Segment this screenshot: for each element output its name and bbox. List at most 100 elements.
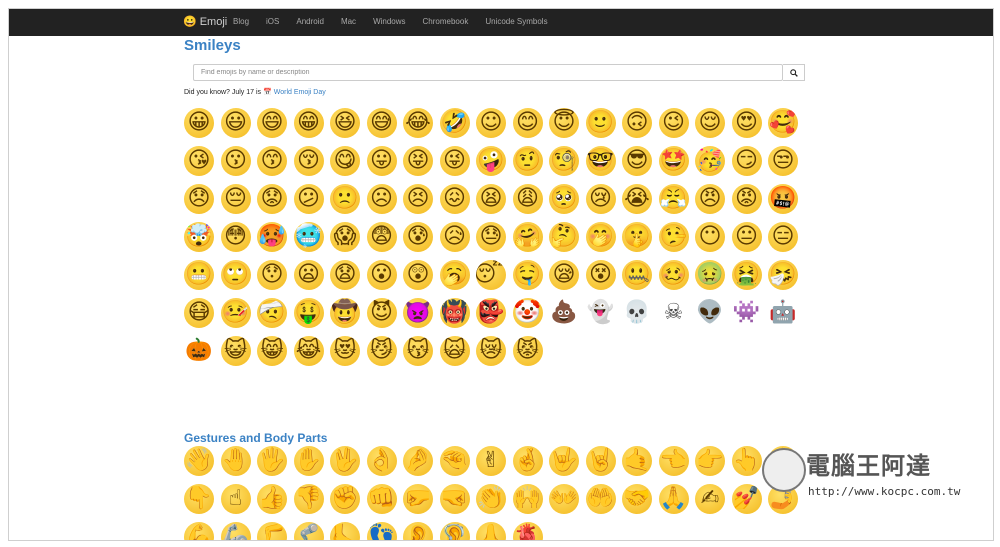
- emoji-cell[interactable]: 🥵: [257, 222, 287, 252]
- emoji-cell[interactable]: 🤢: [695, 260, 725, 290]
- emoji-cell[interactable]: 👋: [184, 446, 214, 476]
- emoji-cell[interactable]: 👻: [586, 298, 616, 328]
- emoji-cell[interactable]: 👾: [732, 298, 762, 328]
- emoji-cell[interactable]: 😰: [403, 222, 433, 252]
- emoji-cell[interactable]: 👎: [293, 484, 324, 514]
- emoji-cell[interactable]: 😨: [366, 222, 397, 252]
- emoji-cell[interactable]: 🤫: [622, 222, 652, 252]
- emoji-cell[interactable]: 😬: [184, 260, 214, 290]
- emoji-cell[interactable]: 🥰: [768, 108, 798, 138]
- emoji-cell[interactable]: 👂: [403, 522, 433, 540]
- emoji-cell[interactable]: ✌: [476, 446, 506, 476]
- emoji-cell[interactable]: 🤩: [658, 146, 689, 176]
- emoji-cell[interactable]: 😈: [366, 298, 397, 328]
- emoji-cell[interactable]: 😴: [476, 260, 506, 290]
- emoji-cell[interactable]: 😯: [257, 260, 287, 290]
- emoji-cell[interactable]: 🤤: [512, 260, 543, 290]
- emoji-cell[interactable]: ✍: [695, 484, 725, 514]
- emoji-cell[interactable]: ☺: [476, 108, 506, 138]
- nav-link-mac[interactable]: Mac: [341, 17, 356, 26]
- emoji-cell[interactable]: 😆: [330, 108, 360, 138]
- emoji-cell[interactable]: 😾: [512, 336, 543, 366]
- emoji-cell[interactable]: 🤯: [184, 222, 214, 252]
- emoji-cell[interactable]: 🖖: [330, 446, 360, 476]
- emoji-cell[interactable]: 🤧: [768, 260, 798, 290]
- emoji-cell[interactable]: 🥳: [695, 146, 725, 176]
- emoji-cell[interactable]: 😊: [512, 108, 543, 138]
- emoji-cell[interactable]: 🤖: [768, 298, 798, 328]
- emoji-cell[interactable]: 😻: [330, 336, 360, 366]
- emoji-cell[interactable]: 🤗: [512, 222, 543, 252]
- search-input[interactable]: [193, 64, 783, 81]
- emoji-cell[interactable]: 😡: [731, 184, 762, 214]
- emoji-cell[interactable]: 🙄: [220, 260, 251, 290]
- emoji-cell[interactable]: 😺: [220, 336, 251, 366]
- emoji-cell[interactable]: 👈: [658, 446, 689, 476]
- emoji-cell[interactable]: 🤌: [403, 446, 433, 476]
- emoji-cell[interactable]: 🦵: [257, 522, 287, 540]
- emoji-cell[interactable]: 😱: [330, 222, 360, 252]
- emoji-cell[interactable]: 🤙: [622, 446, 652, 476]
- emoji-cell[interactable]: 😞: [184, 184, 214, 214]
- emoji-cell[interactable]: 🙂: [585, 108, 616, 138]
- emoji-cell[interactable]: 👿: [403, 298, 433, 328]
- emoji-cell[interactable]: 😼: [366, 336, 397, 366]
- emoji-cell[interactable]: 👺: [476, 298, 506, 328]
- emoji-cell[interactable]: 🤬: [768, 184, 798, 214]
- world-emoji-day-link[interactable]: World Emoji Day: [274, 89, 326, 96]
- emoji-cell[interactable]: ☠: [659, 298, 689, 328]
- emoji-cell[interactable]: 🤠: [330, 298, 360, 328]
- nav-link-blog[interactable]: Blog: [233, 17, 249, 26]
- emoji-cell[interactable]: 👍: [257, 484, 287, 514]
- emoji-cell[interactable]: 😎: [622, 146, 652, 176]
- emoji-cell[interactable]: 🤥: [658, 222, 689, 252]
- emoji-cell[interactable]: 😕: [293, 184, 324, 214]
- emoji-cell[interactable]: 😍: [731, 108, 762, 138]
- emoji-cell[interactable]: 💀: [622, 298, 652, 328]
- emoji-cell[interactable]: 😶: [695, 222, 725, 252]
- emoji-cell[interactable]: 😟: [257, 184, 287, 214]
- search-button[interactable]: [783, 64, 805, 81]
- emoji-cell[interactable]: 😲: [403, 260, 433, 290]
- emoji-cell[interactable]: 🙏: [658, 484, 689, 514]
- emoji-cell[interactable]: ☝: [220, 484, 251, 514]
- emoji-cell[interactable]: 👐: [549, 484, 579, 514]
- emoji-cell[interactable]: 🤔: [549, 222, 579, 252]
- emoji-cell[interactable]: 🤭: [585, 222, 616, 252]
- emoji-cell[interactable]: 😂: [403, 108, 433, 138]
- emoji-cell[interactable]: 🤜: [439, 484, 470, 514]
- emoji-cell[interactable]: 🖐: [257, 446, 287, 476]
- emoji-cell[interactable]: 😘: [184, 146, 214, 176]
- emoji-cell[interactable]: 🤪: [476, 146, 506, 176]
- emoji-cell[interactable]: 🤒: [220, 298, 251, 328]
- emoji-cell[interactable]: 👊: [366, 484, 397, 514]
- emoji-cell[interactable]: 👇: [184, 484, 214, 514]
- emoji-cell[interactable]: 👹: [439, 298, 470, 328]
- emoji-cell[interactable]: 🤮: [731, 260, 762, 290]
- emoji-cell[interactable]: 😳: [220, 222, 251, 252]
- emoji-cell[interactable]: 🥶: [293, 222, 324, 252]
- emoji-cell[interactable]: 😛: [366, 146, 397, 176]
- emoji-cell[interactable]: 😸: [257, 336, 287, 366]
- emoji-cell[interactable]: 👉: [695, 446, 725, 476]
- nav-link-unicode-symbols[interactable]: Unicode Symbols: [485, 17, 547, 26]
- emoji-cell[interactable]: 😓: [476, 222, 506, 252]
- emoji-cell[interactable]: 🙃: [622, 108, 652, 138]
- emoji-cell[interactable]: 😌: [695, 108, 725, 138]
- emoji-cell[interactable]: ✊: [330, 484, 360, 514]
- emoji-cell[interactable]: 🫀: [512, 522, 543, 540]
- nav-link-windows[interactable]: Windows: [373, 17, 405, 26]
- emoji-cell[interactable]: 👃: [476, 522, 506, 540]
- emoji-cell[interactable]: 🙌: [512, 484, 543, 514]
- emoji-cell[interactable]: 😁: [293, 108, 324, 138]
- brand-link[interactable]: 😀 Emoji: [183, 15, 227, 29]
- emoji-cell[interactable]: 🥴: [658, 260, 689, 290]
- emoji-cell[interactable]: 😽: [403, 336, 433, 366]
- emoji-cell[interactable]: 😤: [658, 184, 689, 214]
- emoji-cell[interactable]: 😒: [768, 146, 798, 176]
- emoji-cell[interactable]: 😋: [330, 146, 360, 176]
- emoji-cell[interactable]: 💪: [184, 522, 214, 540]
- emoji-cell[interactable]: 😪: [549, 260, 579, 290]
- emoji-cell[interactable]: 🤣: [439, 108, 470, 138]
- emoji-cell[interactable]: 😢: [585, 184, 616, 214]
